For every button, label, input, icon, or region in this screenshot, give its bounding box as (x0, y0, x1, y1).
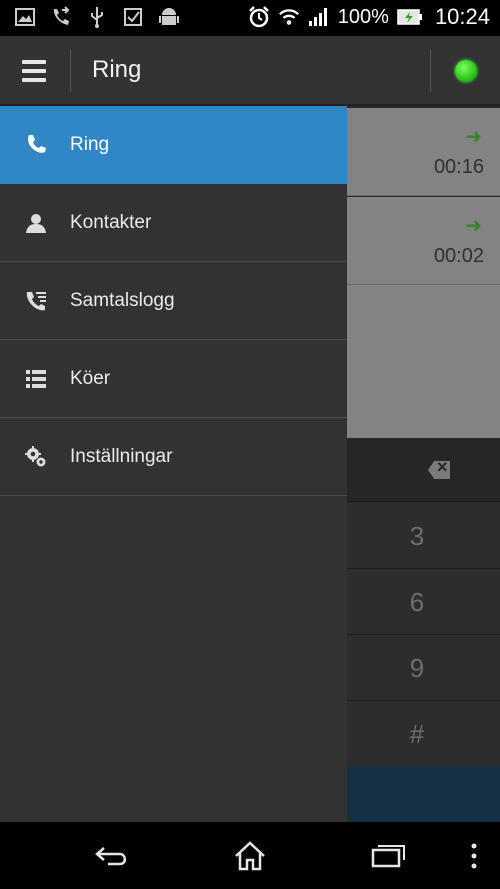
drawer-item-kontakter[interactable]: Kontakter (0, 184, 347, 262)
call-list-item[interactable]: ➜ 00:16 (347, 108, 500, 196)
checkbox-icon (122, 6, 144, 28)
usb-icon (86, 6, 108, 28)
hamburger-menu-icon[interactable] (16, 56, 52, 86)
call-duration: 00:16 (433, 156, 484, 178)
keypad-key-label: # (409, 719, 425, 749)
call-list-empty-area (347, 285, 500, 438)
drawer-item-label: Kontakter (70, 211, 152, 233)
overflow-icon[interactable] (454, 838, 494, 874)
recents-icon[interactable] (368, 838, 408, 874)
phone-icon (24, 133, 48, 157)
drawer-item-installningar[interactable]: Inställningar (0, 418, 347, 496)
drawer-item-label: Inställningar (70, 445, 173, 467)
drawer-item-label: Samtalslogg (70, 289, 175, 311)
app-bar: Ring (0, 36, 500, 106)
back-icon[interactable] (92, 838, 132, 874)
keypad-key[interactable]: # (347, 701, 500, 767)
android-icon (158, 6, 180, 28)
dial-input-row (347, 438, 500, 502)
alarm-icon (248, 6, 270, 28)
keypad-key-label: 6 (409, 587, 425, 617)
battery-icon (397, 6, 423, 28)
outgoing-arrow-icon: ➜ (465, 126, 482, 148)
call-button[interactable] (347, 766, 500, 822)
divider (430, 50, 431, 92)
gears-icon (24, 445, 48, 469)
battery-percent: 100% (337, 5, 389, 28)
drawer-item-label: Köer (70, 367, 111, 389)
divider (70, 50, 71, 92)
status-bar: 100% 10:24 (0, 0, 500, 36)
drawer-item-label: Ring (70, 134, 110, 155)
person-icon (24, 211, 48, 235)
wifi-icon (278, 6, 300, 28)
drawer-item-samtalslogg[interactable]: Samtalslogg (0, 262, 347, 340)
call-log-icon (24, 289, 48, 313)
keypad-key-label: 3 (409, 521, 425, 551)
call-forward-icon (50, 6, 72, 28)
drawer-item-koer[interactable]: Köer (0, 340, 347, 418)
picture-icon (14, 6, 36, 28)
keypad-key[interactable]: 6 (347, 569, 500, 635)
keypad-key-label: 9 (409, 653, 425, 683)
signal-icon (308, 6, 330, 28)
home-icon[interactable] (230, 838, 270, 874)
list-icon (24, 367, 48, 391)
drawer-item-ring[interactable]: Ring (0, 106, 347, 184)
clock: 10:24 (434, 4, 490, 29)
keypad-key[interactable]: 3 (347, 503, 500, 569)
online-status-indicator (455, 60, 477, 82)
system-nav-bar (0, 822, 500, 889)
navigation-drawer: Ring Kontakter Samtalslogg Köer Inställn… (0, 106, 347, 822)
keypad-key[interactable]: 9 (347, 635, 500, 701)
app-title: Ring (92, 56, 142, 83)
outgoing-arrow-icon: ➜ (465, 215, 482, 237)
call-duration: 00:02 (433, 245, 484, 267)
call-list-item[interactable]: ➜ 00:02 (347, 197, 500, 285)
